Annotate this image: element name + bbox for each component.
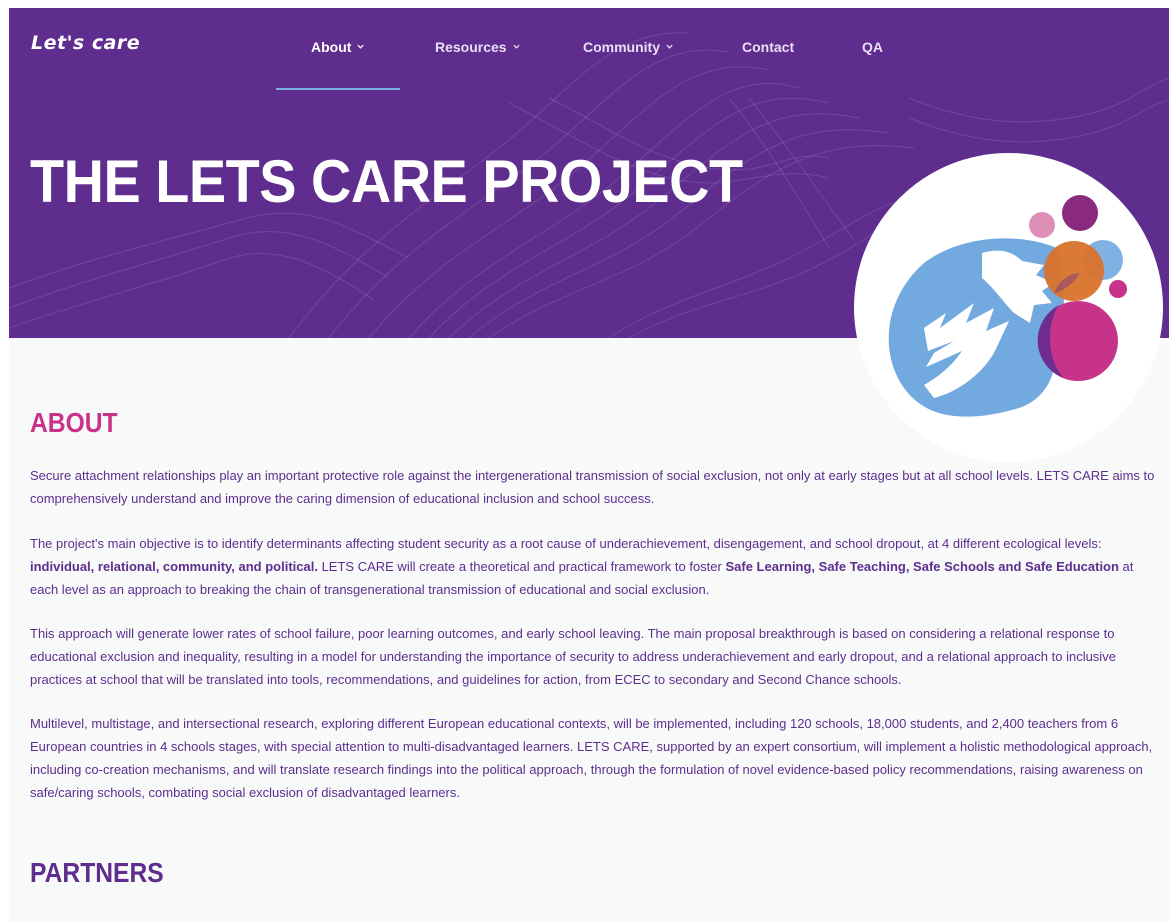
- nav-community[interactable]: Community: [583, 39, 674, 55]
- about-paragraph-2-bold-safe: Safe Learning, Safe Teaching, Safe Schoo…: [725, 559, 1119, 574]
- about-paragraph-2-text-c: LETS CARE will create a theoretical and …: [317, 559, 726, 574]
- nav-about[interactable]: About: [311, 39, 365, 55]
- nav-about-label: About: [311, 39, 352, 55]
- nav-qa[interactable]: QA: [862, 39, 883, 55]
- page-title: THE LETS CARE PROJECT: [30, 148, 743, 215]
- nav-contact[interactable]: Contact: [742, 39, 794, 55]
- hero-illustration-circle: [854, 153, 1163, 462]
- chevron-down-icon: [512, 44, 520, 49]
- partners-section-title: PARTNERS: [30, 857, 164, 888]
- main-navigation: About Resources Community Contact QA: [0, 0, 1169, 90]
- about-paragraph-1-text: Secure attachment relationships play an …: [30, 468, 1155, 506]
- about-section-title: ABOUT: [30, 407, 118, 438]
- nav-qa-label: QA: [862, 39, 883, 55]
- about-paragraph-3: This approach will generate lower rates …: [30, 622, 1158, 691]
- hands-and-bubbles-illustration-icon: [888, 195, 1127, 417]
- about-paragraph-2-text-a: The project's main objective is to ident…: [30, 536, 1102, 551]
- nav-community-label: Community: [583, 39, 660, 55]
- page: Let's care About Resources Community Con…: [0, 0, 1169, 922]
- chevron-down-icon: [666, 44, 673, 49]
- about-paragraph-2: The project's main objective is to ident…: [30, 532, 1158, 601]
- about-paragraph-1: Secure attachment relationships play an …: [30, 464, 1158, 510]
- about-paragraph-2-bold-levels: individual, relational, community, and p…: [30, 559, 318, 574]
- nav-active-underline: [276, 88, 400, 90]
- about-paragraph-3-text: This approach will generate lower rates …: [30, 626, 1116, 687]
- about-paragraph-4: Multilevel, multistage, and intersection…: [30, 712, 1158, 804]
- chevron-down-icon: [357, 44, 365, 49]
- about-paragraph-4-text: Multilevel, multistage, and intersection…: [30, 716, 1153, 800]
- nav-resources-label: Resources: [435, 39, 507, 55]
- nav-contact-label: Contact: [742, 39, 795, 55]
- nav-resources[interactable]: Resources: [435, 39, 521, 55]
